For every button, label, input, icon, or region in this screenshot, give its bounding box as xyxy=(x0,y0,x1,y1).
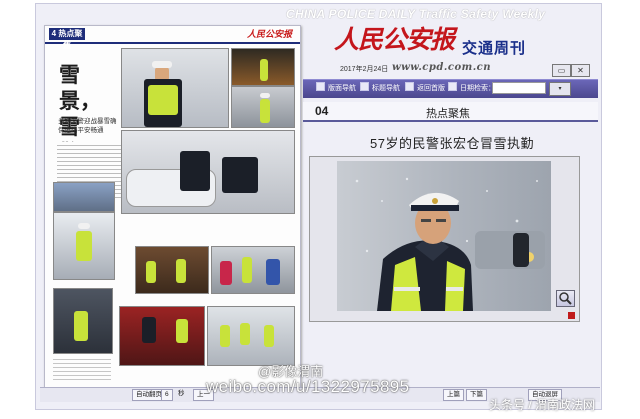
nav-layout[interactable]: 版面导航 xyxy=(316,82,356,94)
weekly-title: 交通周刊 xyxy=(462,40,527,57)
newspaper-logo: 人民公安报 xyxy=(334,25,455,54)
newspaper-subhead: 多地交警迎战暴雪确保道路平安畅通 xyxy=(58,118,117,134)
section-number[interactable]: 04 xyxy=(315,104,328,118)
home-icon xyxy=(405,82,414,91)
close-icon[interactable]: ✕ xyxy=(571,64,590,77)
nav-date-search[interactable]: 日期检索： xyxy=(448,82,495,94)
page-header: 4 热点聚焦 人民公安报 xyxy=(45,26,300,50)
photo-umbrella-crowd[interactable] xyxy=(211,246,295,294)
section-name[interactable]: 热点聚焦 xyxy=(426,105,470,121)
seconds-label: 秒 xyxy=(178,390,185,397)
photo-officer-snow[interactable] xyxy=(121,48,229,128)
nav-home[interactable]: 返回首版 xyxy=(405,82,445,94)
date-search-input[interactable] xyxy=(492,82,546,94)
layout-icon xyxy=(316,82,325,91)
caption-text xyxy=(53,356,111,380)
photo-directing-traffic[interactable] xyxy=(53,212,115,280)
photo-traffic-police[interactable] xyxy=(231,86,295,128)
photo-pushing-car[interactable] xyxy=(121,130,295,214)
photo-night-team[interactable] xyxy=(135,246,209,294)
zoom-icon[interactable] xyxy=(556,290,575,307)
photo-police-line[interactable] xyxy=(207,306,295,366)
next-page-icon[interactable] xyxy=(568,312,575,319)
article-photo[interactable] xyxy=(337,161,551,311)
nav-titles[interactable]: 标题导航 xyxy=(360,82,400,94)
site-english-title: CHINA POLICE DAILY Traffic Safety Weekly xyxy=(286,7,546,21)
newspaper-page[interactable]: 4 热点聚焦 人民公安报 雪景，雪警！ 多地交警迎战暴雪确保道路平安畅通 xyxy=(44,25,301,389)
photo-night-rescue[interactable] xyxy=(231,48,295,86)
photo-tricycle[interactable] xyxy=(119,306,205,366)
minimize-icon[interactable]: ▭ xyxy=(552,64,571,77)
search-button[interactable]: ▾ xyxy=(549,82,571,96)
watermark-toutiao: 头条号 / 渭南政法网 xyxy=(489,398,596,412)
officer-illustration xyxy=(355,177,545,311)
paper-logo: 人民公安报 xyxy=(246,30,292,40)
article-title: 57岁的民警张宏仓冒雪执勤 xyxy=(370,136,534,151)
photo-snowy-street[interactable] xyxy=(53,182,115,212)
site-url[interactable]: www.cpd.com.cn xyxy=(392,62,491,73)
prev-article-button[interactable]: 上篇 xyxy=(443,389,464,401)
page-number: 4 热点聚焦 xyxy=(49,28,85,50)
list-icon xyxy=(360,82,369,91)
next-article-button[interactable]: 下篇 xyxy=(466,389,487,401)
interval-input[interactable]: 6 xyxy=(161,389,173,401)
calendar-icon xyxy=(448,82,457,91)
photo-highway-night[interactable] xyxy=(53,288,113,354)
section-divider xyxy=(303,120,598,122)
watermark-weibo-url: weibo.com/u/1322975895 xyxy=(206,377,410,396)
issue-date: 2017年2月24日 xyxy=(340,66,389,73)
